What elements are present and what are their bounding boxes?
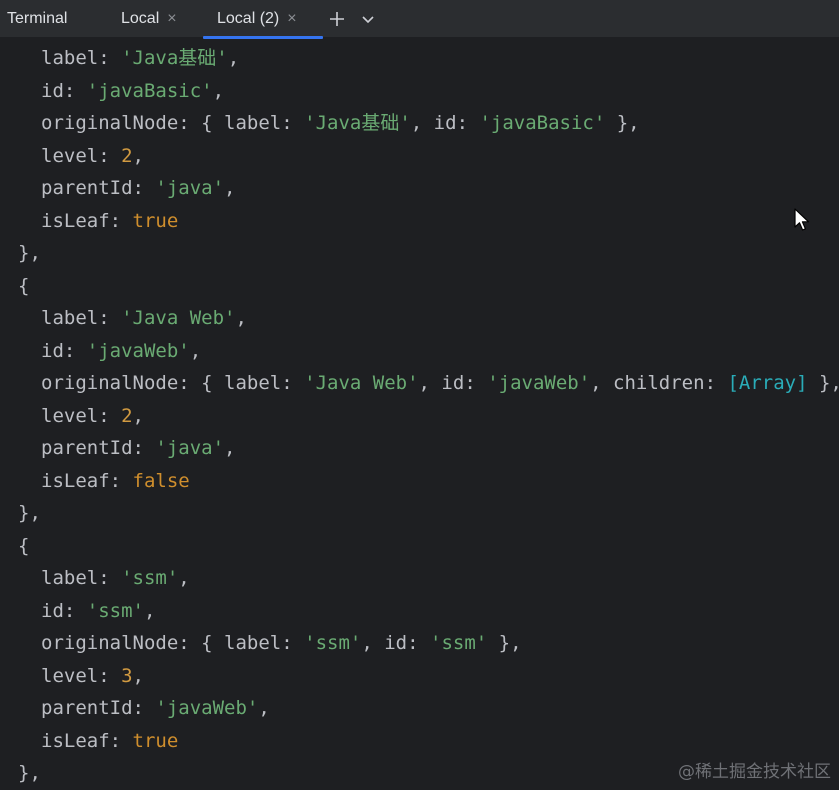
- output-line: label: 'Java Web',: [41, 307, 247, 329]
- output-line: },: [18, 242, 41, 264]
- output-line: {: [18, 274, 30, 297]
- output-line: level: 2,: [41, 404, 144, 427]
- close-icon[interactable]: ×: [287, 10, 296, 28]
- output-line: originalNode: { label: 'Java Web', id: '…: [41, 372, 839, 394]
- output-line: originalNode: { label: 'Java基础', id: 'ja…: [41, 112, 640, 134]
- mouse-pointer-icon: [794, 208, 810, 236]
- terminal-tabbar: Terminal Local × Local (2) ×: [0, 0, 839, 39]
- tab-local[interactable]: Local ×: [107, 0, 203, 38]
- output-line: isLeaf: true: [41, 209, 179, 232]
- tab-label: Local (2): [217, 9, 280, 27]
- output-line: originalNode: { label: 'ssm', id: 'ssm' …: [41, 632, 522, 654]
- tool-window-title: Terminal: [7, 9, 68, 27]
- output-line: },: [18, 762, 41, 784]
- plus-icon[interactable]: [329, 11, 345, 27]
- close-icon[interactable]: ×: [167, 10, 176, 28]
- output-line: parentId: 'javaWeb',: [41, 697, 270, 719]
- terminal-output[interactable]: label: 'Java基础', id: 'javaBasic', origin…: [0, 40, 839, 790]
- output-line: label: 'Java基础',: [41, 47, 240, 69]
- output-line: },: [18, 502, 41, 524]
- output-line: id: 'javaBasic',: [41, 79, 225, 102]
- output-line: id: 'ssm',: [41, 599, 156, 622]
- output-line: parentId: 'java',: [41, 177, 236, 199]
- output-line: label: 'ssm',: [41, 567, 190, 589]
- output-line: {: [18, 534, 30, 557]
- output-line: level: 2,: [41, 144, 144, 167]
- chevron-down-icon[interactable]: [361, 12, 375, 26]
- output-line: level: 3,: [41, 664, 144, 687]
- output-line: id: 'javaWeb',: [41, 339, 202, 362]
- output-line: isLeaf: true: [41, 729, 179, 752]
- watermark: @稀土掘金技术社区: [678, 762, 831, 782]
- tab-local-2[interactable]: Local (2) ×: [203, 0, 323, 39]
- output-line: parentId: 'java',: [41, 437, 236, 459]
- output-line: isLeaf: false: [41, 469, 190, 492]
- tab-label: Local: [121, 9, 160, 27]
